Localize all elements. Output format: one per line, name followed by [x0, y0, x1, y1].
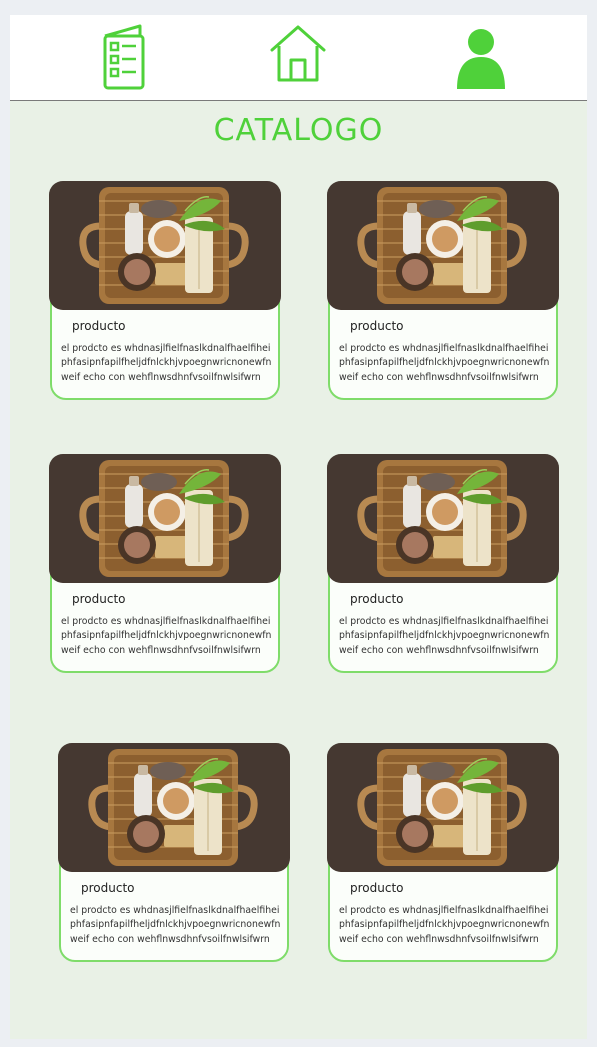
product-image	[327, 181, 559, 310]
user-profile-icon[interactable]	[456, 27, 506, 91]
product-name: producto	[72, 319, 126, 333]
product-description: el prodcto es whdnasjlfielfnaslkdnalfhae…	[339, 905, 550, 945]
product-image	[58, 743, 290, 872]
product-name: producto	[350, 592, 404, 606]
product-description: el prodcto es whdnasjlfielfnaslkdnalfhae…	[61, 343, 272, 383]
product-card[interactable]: producto el prodcto es whdnasjlfielfnasl…	[328, 455, 558, 673]
product-name: producto	[350, 881, 404, 895]
product-image	[49, 454, 281, 583]
product-card[interactable]: producto el prodcto es whdnasjlfielfnasl…	[50, 182, 280, 400]
product-name: producto	[81, 881, 135, 895]
product-description: el prodcto es whdnasjlfielfnaslkdnalfhae…	[339, 616, 550, 656]
product-name: producto	[350, 319, 404, 333]
product-description: el prodcto es whdnasjlfielfnaslkdnalfhae…	[339, 343, 550, 383]
product-description: el prodcto es whdnasjlfielfnaslkdnalfhae…	[61, 616, 272, 656]
app-screen: CATALOGO producto el prodcto es whdnasjl…	[10, 15, 587, 1039]
product-card[interactable]: producto el prodcto es whdnasjlfielfnasl…	[50, 455, 280, 673]
home-icon[interactable]	[269, 22, 327, 84]
product-card[interactable]: producto el prodcto es whdnasjlfielfnasl…	[59, 744, 289, 962]
product-card[interactable]: producto el prodcto es whdnasjlfielfnasl…	[328, 744, 558, 962]
top-navigation-bar	[10, 15, 587, 101]
product-description: el prodcto es whdnasjlfielfnaslkdnalfhae…	[70, 905, 281, 945]
page-title: CATALOGO	[213, 113, 384, 148]
product-name: producto	[72, 592, 126, 606]
product-card[interactable]: producto el prodcto es whdnasjlfielfnasl…	[328, 182, 558, 400]
catalog-list-icon[interactable]	[100, 22, 148, 92]
product-image	[49, 181, 281, 310]
product-image	[327, 743, 559, 872]
product-image	[327, 454, 559, 583]
